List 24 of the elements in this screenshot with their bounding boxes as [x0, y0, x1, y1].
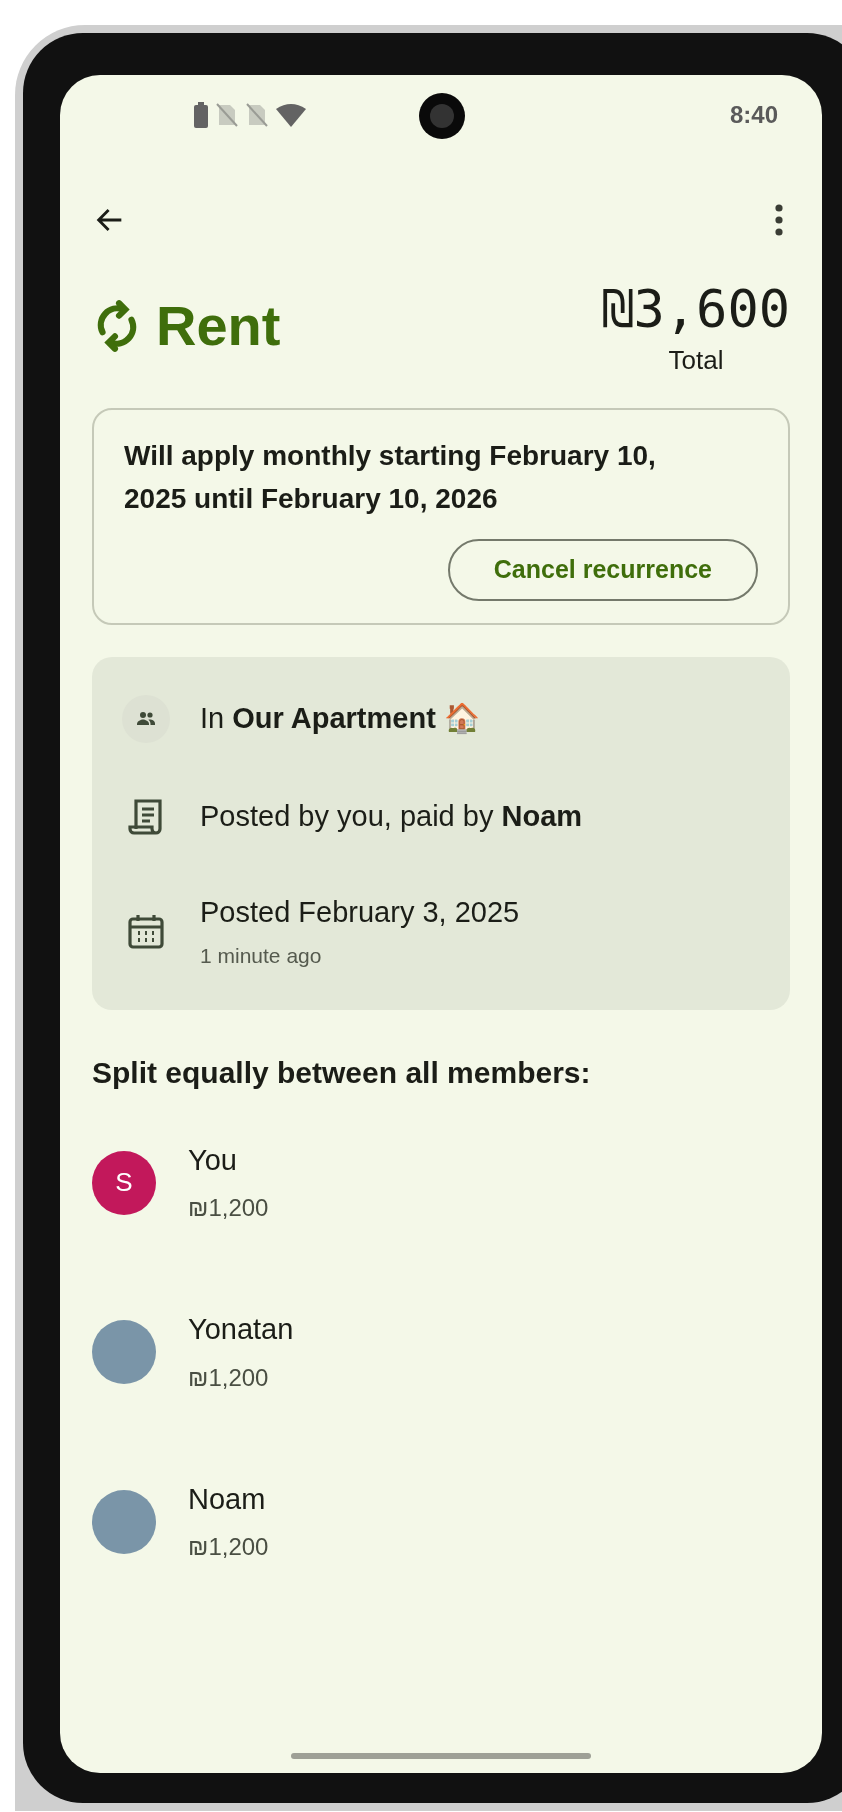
split-heading: Split equally between all members:: [92, 1054, 592, 1091]
detail-text: Posted by you, paid by Noam: [200, 799, 583, 835]
detail-subtext: 1 minute ago: [200, 943, 323, 970]
status-time: 8:40: [729, 100, 778, 130]
battery-icon: [194, 102, 208, 128]
member-name: You: [188, 1142, 238, 1178]
wifi-icon: [276, 103, 306, 127]
recurrence-text: Will apply monthly starting February 10, 2025 until February 10, 2026: [124, 439, 657, 517]
member-amount: ₪1,200: [188, 1532, 269, 1563]
member-name: Yonatan: [188, 1312, 294, 1348]
expense-title: Rent: [156, 298, 281, 354]
camera-icon: [419, 93, 465, 139]
member-name: Noam: [188, 1481, 267, 1517]
no-sim-icon: [246, 103, 268, 127]
total-label: Total: [668, 344, 724, 377]
no-sim-icon: [216, 103, 238, 127]
more-vertical-icon: [775, 204, 783, 236]
member-amount: ₪1,200: [188, 1362, 270, 1393]
total-amount: ₪3,600: [602, 283, 790, 335]
detail-text: In Our Apartment 🏠: [200, 701, 480, 737]
avatar-initial: S: [92, 1150, 156, 1215]
detail-text: Posted February 3, 2025: [200, 894, 520, 930]
member-amount: ₪1,200: [188, 1193, 269, 1224]
cancel-recurrence-button[interactable]: Cancel recurrence: [447, 538, 758, 601]
